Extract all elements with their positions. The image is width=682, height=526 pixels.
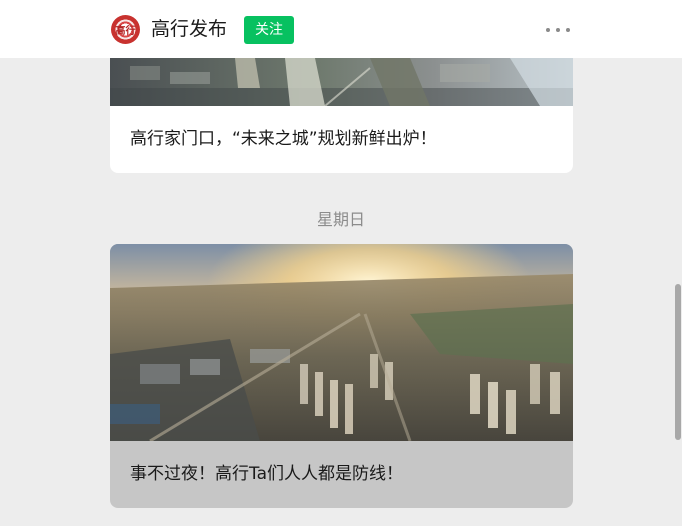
- account-name[interactable]: 高行发布: [151, 16, 227, 42]
- scrollbar-thumb[interactable]: [675, 284, 681, 440]
- account-header: 高行 高行发布 关注: [0, 0, 682, 58]
- follow-button[interactable]: 关注: [244, 16, 294, 44]
- article-title: 事不过夜！高行Ta们人人都是防线！: [130, 464, 403, 484]
- date-divider: 星期日: [316, 210, 365, 229]
- more-horizontal-icon[interactable]: [546, 22, 570, 38]
- article-cover-image: [110, 58, 573, 106]
- article-list-page: 高行 高行发布 关注 高行家门口，“未来之城”规划新鲜出炉！ 星期日 事不过夜！…: [0, 0, 682, 526]
- more-dot: [556, 28, 560, 32]
- more-dot: [546, 28, 550, 32]
- article-cover-image: [110, 244, 573, 441]
- account-logo[interactable]: 高行: [111, 15, 140, 44]
- more-dot: [566, 28, 570, 32]
- logo-seal-text: 高行: [115, 26, 136, 37]
- article-card[interactable]: 事不过夜！高行Ta们人人都是防线！: [110, 244, 573, 508]
- article-card[interactable]: 高行家门口，“未来之城”规划新鲜出炉！: [110, 58, 573, 173]
- article-title: 高行家门口，“未来之城”规划新鲜出炉！: [130, 129, 437, 149]
